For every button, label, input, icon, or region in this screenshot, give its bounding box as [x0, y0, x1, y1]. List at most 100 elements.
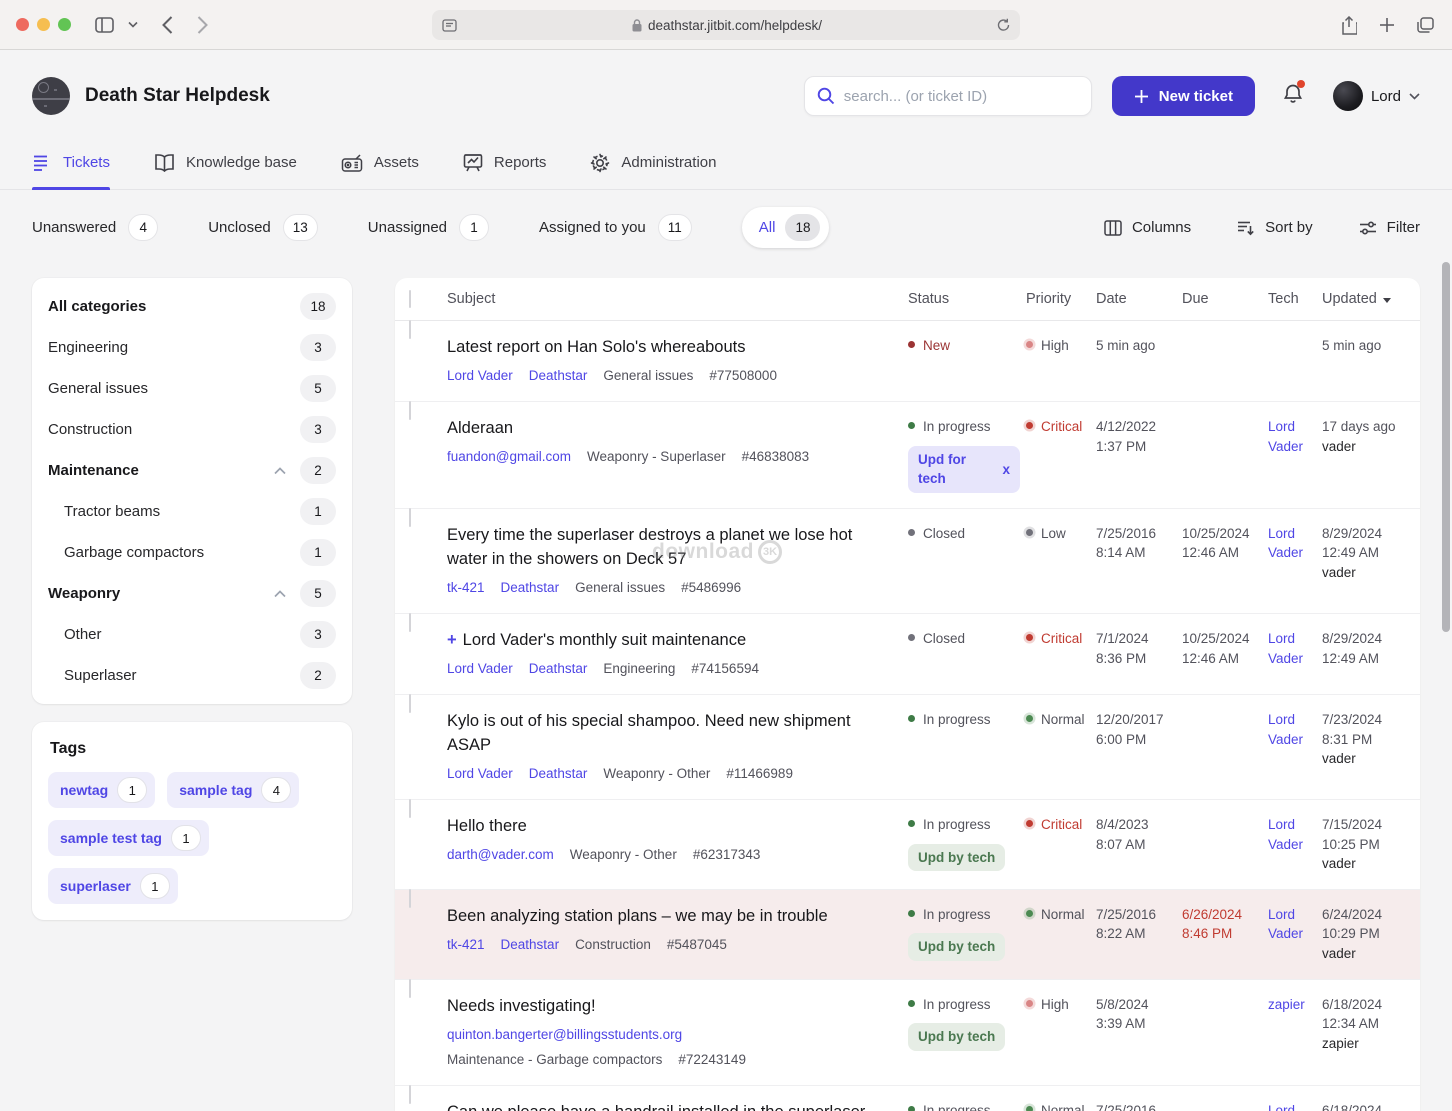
ticket-link[interactable]: Deathstar [529, 366, 588, 386]
filter-assigned-to-you[interactable]: Assigned to you 11 [539, 214, 692, 241]
forward-button[interactable] [197, 15, 208, 34]
table-row[interactable]: Alderaan fuandon@gmail.com Weaponry - Sup… [395, 401, 1420, 509]
status-badge[interactable]: Upd for tech x [908, 445, 1020, 493]
tag-superlaser[interactable]: superlaser 1 [48, 868, 178, 904]
row-checkbox[interactable] [409, 1085, 411, 1105]
tech-link[interactable]: Lord Vader [1268, 817, 1303, 852]
tab-overview-icon[interactable] [1417, 17, 1434, 33]
row-checkbox[interactable] [409, 799, 411, 819]
ticket-subject[interactable]: Kylo is out of his special shampoo. Need… [447, 710, 888, 758]
address-bar[interactable]: deathstar.jitbit.com/helpdesk/ [432, 10, 1020, 40]
back-button[interactable] [162, 15, 173, 34]
sidebar-toggle-icon[interactable] [95, 16, 114, 33]
ticket-subject[interactable]: Every time the superlaser destroys a pla… [447, 524, 888, 572]
merged-ticket-plus-icon[interactable]: + [447, 631, 457, 649]
filter-all[interactable]: All 18 [741, 207, 830, 248]
tab-knowledge-base[interactable]: Knowledge base [154, 138, 297, 189]
page-scrollbar[interactable] [1441, 52, 1451, 1111]
new-tab-icon[interactable] [1379, 17, 1395, 33]
filter-unassigned[interactable]: Unassigned 1 [368, 214, 490, 241]
tech-link[interactable]: Lord Vader [1268, 526, 1303, 561]
category-engineering[interactable]: Engineering 3 [32, 327, 352, 368]
status-badge[interactable]: Upd by tech [908, 1023, 1006, 1051]
ticket-link[interactable]: Deathstar [501, 935, 560, 955]
select-all-checkbox[interactable] [409, 290, 411, 308]
ticket-subject[interactable]: Needs investigating! [447, 995, 888, 1019]
ticket-link[interactable]: darth@vader.com [447, 845, 554, 865]
filter-button[interactable]: Filter [1359, 219, 1420, 236]
category-all[interactable]: All categories 18 [32, 286, 352, 327]
category-superlaser[interactable]: Superlaser 2 [32, 655, 352, 696]
category-other[interactable]: Other 3 [32, 614, 352, 655]
search-box[interactable] [803, 76, 1092, 116]
ticket-link[interactable]: Deathstar [529, 659, 588, 679]
tag-newtag[interactable]: newtag 1 [48, 772, 156, 808]
category-general-issues[interactable]: General issues 5 [32, 368, 352, 409]
ticket-subject[interactable]: Can we please have a handrail installed … [447, 1101, 888, 1111]
zoom-window-button[interactable] [58, 18, 71, 31]
notifications-button[interactable] [1283, 79, 1305, 110]
ticket-link[interactable]: tk-421 [447, 935, 485, 955]
filter-unclosed[interactable]: Unclosed 13 [208, 214, 318, 241]
status-badge[interactable]: Upd by tech [908, 843, 1006, 872]
row-checkbox[interactable] [409, 888, 411, 908]
ticket-subject[interactable]: Been analyzing station plans – we may be… [447, 905, 888, 929]
category-weaponry[interactable]: Weaponry 5 [32, 573, 352, 614]
category-tractor-beams[interactable]: Tractor beams 1 [32, 491, 352, 532]
ticket-link[interactable]: Lord Vader [447, 764, 513, 784]
column-header-tech[interactable]: Tech [1268, 278, 1316, 320]
close-window-button[interactable] [16, 18, 29, 31]
tech-link[interactable]: Lord Vader [1268, 1103, 1303, 1111]
column-header-subject[interactable]: Subject [447, 278, 902, 320]
tech-link[interactable]: Lord Vader [1268, 631, 1303, 666]
ticket-link[interactable]: quinton.bangerter@billingsstudents.org [447, 1025, 682, 1045]
new-ticket-button[interactable]: New ticket [1111, 76, 1255, 116]
table-row[interactable]: Been analyzing station plans – we may be… [395, 888, 1420, 980]
ticket-link[interactable]: Lord Vader [447, 659, 513, 679]
tech-link[interactable]: Lord Vader [1268, 712, 1303, 747]
table-row[interactable]: Every time the superlaser destroys a pla… [395, 507, 1420, 614]
ticket-subject[interactable]: + Lord Vader's monthly suit maintenance [447, 629, 888, 653]
column-header-status[interactable]: Status [908, 278, 1020, 320]
table-row[interactable]: Latest report on Han Solo's whereabouts … [395, 320, 1420, 403]
ticket-subject[interactable]: Latest report on Han Solo's whereabouts [447, 336, 888, 360]
row-checkbox[interactable] [409, 401, 411, 421]
tag-sample-test-tag[interactable]: sample test tag 1 [48, 820, 209, 856]
ticket-link[interactable]: fuandon@gmail.com [447, 447, 571, 467]
ticket-link[interactable]: Lord Vader [447, 366, 513, 386]
ticket-link[interactable]: Deathstar [529, 764, 588, 784]
row-checkbox[interactable] [409, 507, 411, 527]
ticket-subject[interactable]: Alderaan [447, 417, 888, 441]
reload-icon[interactable] [997, 18, 1010, 32]
tech-link[interactable]: Lord Vader [1268, 907, 1303, 942]
reader-view-icon[interactable] [442, 18, 457, 32]
status-badge[interactable]: Upd by tech [908, 933, 1006, 962]
sort-by-button[interactable]: Sort by [1237, 219, 1313, 236]
sidebar-chevron-icon[interactable] [128, 21, 138, 28]
tab-administration[interactable]: Administration [590, 138, 716, 189]
tech-link[interactable]: Lord Vader [1268, 419, 1303, 454]
tag-sample-tag[interactable]: sample tag 4 [167, 772, 300, 808]
ticket-link[interactable]: Deathstar [501, 578, 560, 598]
category-maintenance[interactable]: Maintenance 2 [32, 450, 352, 491]
row-checkbox[interactable] [409, 320, 411, 339]
minimize-window-button[interactable] [37, 18, 50, 31]
category-garbage-compactors[interactable]: Garbage compactors 1 [32, 532, 352, 573]
category-construction[interactable]: Construction 3 [32, 409, 352, 450]
row-checkbox[interactable] [409, 978, 411, 998]
remove-badge-icon[interactable]: x [1002, 460, 1010, 480]
table-row[interactable]: Kylo is out of his special shampoo. Need… [395, 694, 1420, 801]
tab-reports[interactable]: Reports [463, 138, 546, 189]
row-checkbox[interactable] [409, 612, 411, 632]
columns-button[interactable]: Columns [1104, 219, 1191, 236]
filter-unanswered[interactable]: Unanswered 4 [32, 214, 159, 241]
table-row[interactable]: + Lord Vader's monthly suit maintenance L… [395, 612, 1420, 696]
ticket-subject[interactable]: Hello there [447, 815, 888, 839]
scrollbar-thumb[interactable] [1442, 262, 1450, 632]
user-menu[interactable]: Lord [1332, 81, 1420, 111]
chevron-up-icon[interactable] [274, 466, 286, 475]
column-header-updated[interactable]: Updated [1322, 278, 1410, 320]
row-checkbox[interactable] [409, 694, 411, 714]
chevron-up-icon[interactable] [274, 589, 286, 598]
table-row[interactable]: Hello there darth@vader.com Weaponry - Ot… [395, 799, 1420, 890]
